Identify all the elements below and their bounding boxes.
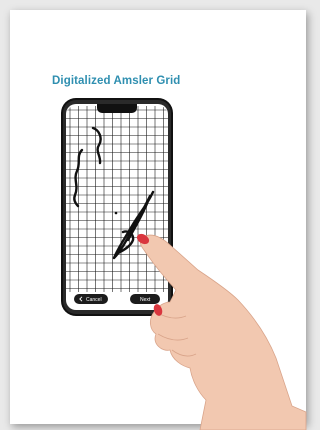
hand-pointing [136, 233, 307, 430]
phone-screen [66, 104, 168, 310]
phone-notch [97, 104, 137, 113]
fixation-dot [114, 211, 118, 215]
next-button-label: Next [140, 297, 151, 303]
cancel-button[interactable]: Cancel [74, 294, 108, 304]
phone-illustration: Cancel Next [61, 98, 307, 430]
next-button[interactable]: Next [130, 294, 160, 304]
cancel-button-label: Cancel [86, 297, 102, 303]
